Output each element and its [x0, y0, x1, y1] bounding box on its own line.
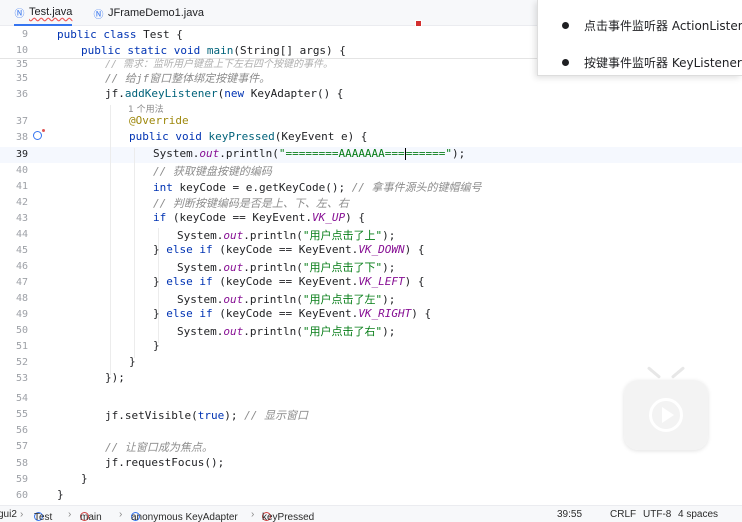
bullet-icon — [562, 22, 569, 29]
tab-label: Test.java — [29, 6, 73, 18]
code-line: jf.setVisible(true); // 显示窗口 — [105, 409, 308, 422]
java-class-icon: Ⓝ — [93, 9, 104, 21]
line-number: 38 — [15, 132, 28, 143]
popup-bullet-text: 按键事件监听器 KeyListener — [584, 56, 742, 70]
code-line: jf.addKeyListener(new KeyAdapter() { — [105, 87, 344, 100]
line-number: 40 — [15, 165, 28, 176]
line-number: 60 — [15, 490, 28, 501]
line-number: 44 — [15, 229, 28, 240]
code-line: int keyCode = e.getKeyCode(); // 拿事件源头的键… — [153, 181, 482, 194]
popup-bullet: 按键事件监听器 KeyListener — [562, 54, 742, 71]
code-line: } else if (keyCode == KeyEvent.VK_LEFT) … — [153, 275, 425, 288]
code-line: // 需求：监听用户键盘上下左右四个按键的事件。 — [105, 59, 334, 70]
line-number: 53 — [15, 373, 28, 384]
breadcrumb-separator: › — [68, 509, 72, 520]
code-line: } — [129, 355, 136, 368]
line-ending[interactable]: CRLF — [610, 509, 636, 520]
error-marker-icon — [415, 20, 422, 27]
breadcrumb-module[interactable]: gui2 — [0, 509, 17, 520]
tab-jframedemo1-java[interactable]: Ⓝ JFrameDemo1.java — [93, 0, 204, 26]
indent-setting[interactable]: 4 spaces — [678, 509, 718, 520]
line-number: 41 — [15, 181, 28, 192]
line-number: 35 — [15, 73, 28, 84]
code-line: System.out.println("用户点击了左"); — [177, 293, 396, 306]
line-number: 49 — [15, 309, 28, 320]
code-line: } — [81, 472, 88, 485]
code-line: System.out.println("用户点击了右"); — [177, 325, 396, 338]
line-number: 56 — [15, 425, 28, 436]
play-button-body — [624, 380, 708, 450]
code-line: } else if (keyCode == KeyEvent.VK_RIGHT)… — [153, 307, 432, 320]
code-line: // 获取键盘按键的编码 — [153, 165, 272, 178]
indent-guide — [110, 105, 111, 375]
bullet-icon — [562, 59, 569, 66]
code-line: } — [153, 339, 160, 352]
code-line: public void keyPressed(KeyEvent e) { — [129, 130, 368, 143]
code-line: System.out.println("用户点击了下"); — [177, 261, 396, 274]
line-number: 55 — [15, 409, 28, 420]
tab-test-java[interactable]: Ⓝ Test.java — [14, 0, 73, 26]
caret-position[interactable]: 39:55 — [557, 509, 582, 520]
line-number: 59 — [15, 474, 28, 485]
code-line: // 判断按键编码是否是上、下、左、右 — [153, 197, 349, 210]
indent-guide — [134, 148, 135, 358]
code-line: }); — [105, 371, 125, 384]
code-line: if (keyCode == KeyEvent.VK_UP) { — [153, 211, 365, 224]
video-play-button[interactable] — [624, 366, 708, 462]
file-encoding[interactable]: UTF-8 — [643, 509, 671, 520]
line-number: 52 — [15, 357, 28, 368]
code-line: // 给jf窗口整体绑定按键事件。 — [105, 72, 271, 85]
line-number: 43 — [15, 213, 28, 224]
line-number: 10 — [15, 45, 28, 56]
code-line: @Override — [129, 114, 189, 127]
sticky-code: public class Test { — [57, 28, 183, 41]
line-number: 9 — [21, 29, 28, 40]
line-number: 37 — [15, 116, 28, 127]
line-number: 46 — [15, 261, 28, 272]
line-number: 51 — [15, 341, 28, 352]
status-bar: gui2 › Test › main › anonymous KeyAdapte… — [0, 505, 742, 522]
code-line: System.out.println("用户点击了上"); — [177, 229, 396, 242]
line-number: 35 — [15, 59, 28, 70]
line-number: 47 — [15, 277, 28, 288]
line-number: 57 — [15, 441, 28, 452]
tab-label: JFrameDemo1.java — [108, 7, 204, 19]
breadcrumb-separator: › — [20, 509, 24, 520]
popup-bullet: 点击事件监听器 ActionListener — [562, 17, 742, 34]
popup-bullet-text: 点击事件监听器 ActionListener — [584, 19, 742, 33]
java-class-icon: Ⓝ — [14, 8, 25, 20]
line-number: 45 — [15, 245, 28, 256]
breadcrumb-separator: › — [119, 509, 123, 520]
line-number: 54 — [15, 393, 28, 404]
code-line: } — [57, 488, 64, 501]
breadcrumb-separator: › — [251, 509, 255, 520]
code-line: jf.requestFocus(); — [105, 456, 225, 469]
line-number: 48 — [15, 293, 28, 304]
override-gutter-icon[interactable] — [33, 129, 45, 140]
line-number: 36 — [15, 89, 28, 100]
line-number: 39 — [15, 149, 28, 160]
code-line: // 让窗口成为焦点。 — [105, 441, 213, 454]
line-number: 58 — [15, 458, 28, 469]
slide-bullet-popup: 点击事件监听器 ActionListener 按键事件监听器 KeyListen… — [537, 0, 742, 76]
line-number: 50 — [15, 325, 28, 336]
text-caret — [404, 148, 406, 160]
code-line: System.out.println("========AAAAAAA=====… — [153, 147, 466, 160]
play-icon — [649, 398, 683, 432]
code-line: } else if (keyCode == KeyEvent.VK_DOWN) … — [153, 243, 425, 256]
line-number: 42 — [15, 197, 28, 208]
